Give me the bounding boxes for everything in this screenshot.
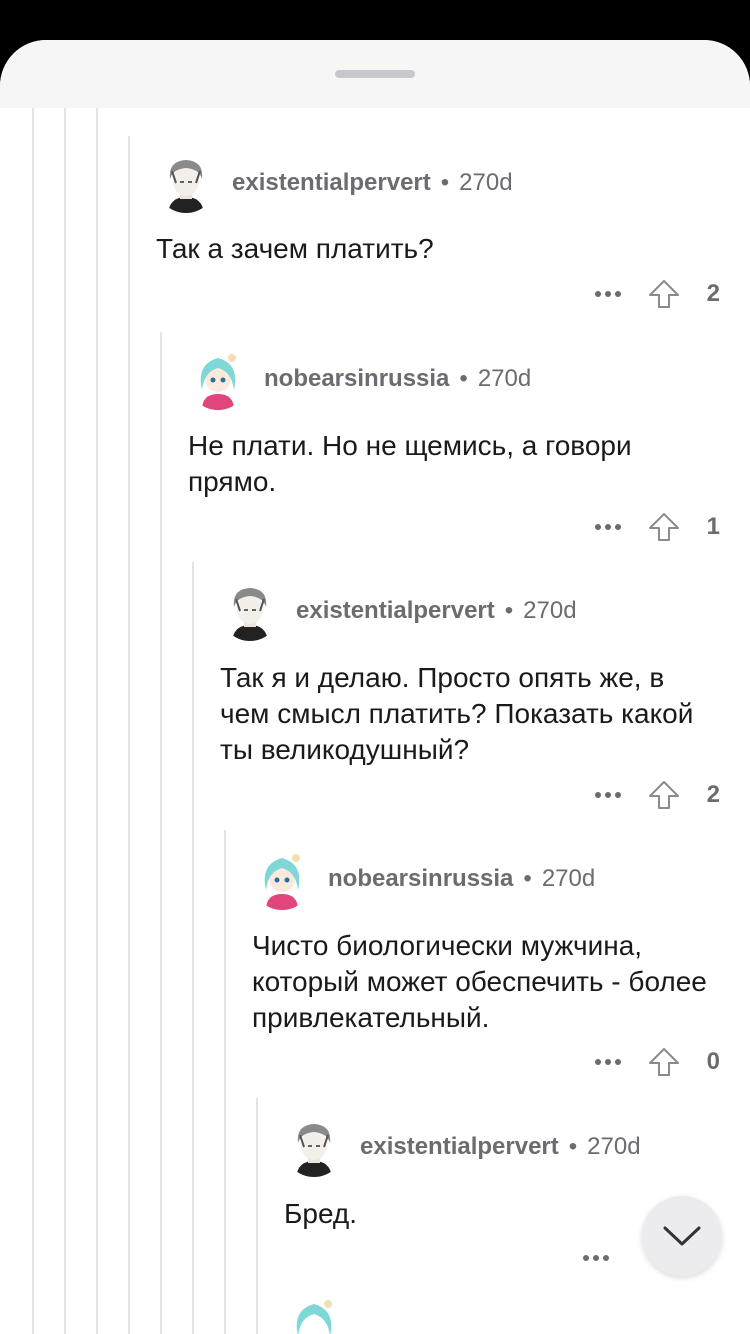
comment-username[interactable]: nobearsinrussia [264,365,449,392]
comment-age: 270d [459,169,513,196]
user-avatar[interactable] [188,350,248,410]
thread-line[interactable] [128,136,130,1334]
upvote-button[interactable] [644,775,684,815]
more-options-button[interactable] [586,775,630,815]
upvote-arrow-icon [649,513,679,541]
upvote-button[interactable] [644,274,684,314]
user-avatar[interactable] [220,581,280,641]
upvote-button[interactable] [644,1042,684,1082]
vote-count: 0 [706,1048,720,1075]
user-avatar[interactable] [284,1296,344,1334]
comment-text: Так а зачем платить? [156,233,434,264]
vote-count: 2 [706,781,720,808]
comment-username[interactable]: existentialpervert [360,1133,559,1160]
user-avatar[interactable] [284,1117,344,1177]
chevron-down-icon [663,1226,701,1246]
sheet-grabber[interactable] [335,70,415,78]
comment-age: 270d [523,597,577,624]
teal-haired-avatar-icon [296,1300,332,1334]
more-dots-icon [583,1255,609,1261]
vote-count: 2 [706,280,720,307]
user-avatar[interactable] [252,850,312,910]
teal-haired-avatar-icon [200,354,236,410]
more-options-button[interactable] [586,274,630,314]
grey-haired-avatar-icon [168,160,204,213]
grey-haired-avatar-icon [296,1124,332,1177]
thread-line[interactable] [64,100,66,1334]
thread-line[interactable] [32,100,34,1334]
upvote-button[interactable] [644,507,684,547]
user-avatar[interactable] [156,153,216,213]
thread-line[interactable] [96,100,98,1334]
comment-username[interactable]: existentialpervert [296,597,495,624]
sheet-header[interactable] [0,40,750,108]
more-dots-icon [595,524,621,530]
comment-age: 270d [541,865,596,892]
comments-sheet: existentialpervert • 270d Так а зачем плат… [0,40,750,1334]
comment-text: Не плати. Но не щемись, а говори прямо. [188,430,632,497]
more-dots-icon [595,792,621,798]
more-dots-icon [595,291,621,297]
teal-haired-avatar-icon [264,854,300,910]
more-dots-icon [595,1059,621,1065]
more-options-button[interactable] [586,507,630,547]
thread-line[interactable] [192,562,194,1334]
vote-count: 1 [706,513,720,540]
upvote-arrow-icon [649,1048,679,1076]
comment-username[interactable]: existentialpervert [232,169,431,196]
thread-line[interactable] [256,1098,258,1334]
more-options-button[interactable] [586,1042,630,1082]
thread-line[interactable] [224,830,226,1334]
comment-username[interactable]: nobearsinrussia [328,865,513,892]
comment-text: Чисто биологически мужчина, который може… [252,930,707,1033]
scroll-down-button[interactable] [642,1196,722,1276]
thread-line[interactable] [160,332,162,1334]
comment-text: Так я и делаю. Просто опять же, в чем см… [220,662,694,765]
comment-age: 270d [587,1133,641,1160]
grey-haired-avatar-icon [232,588,268,641]
comment-age: 270d [477,365,532,392]
upvote-arrow-icon [649,280,679,308]
more-options-button[interactable] [574,1238,618,1278]
upvote-arrow-icon [649,781,679,809]
